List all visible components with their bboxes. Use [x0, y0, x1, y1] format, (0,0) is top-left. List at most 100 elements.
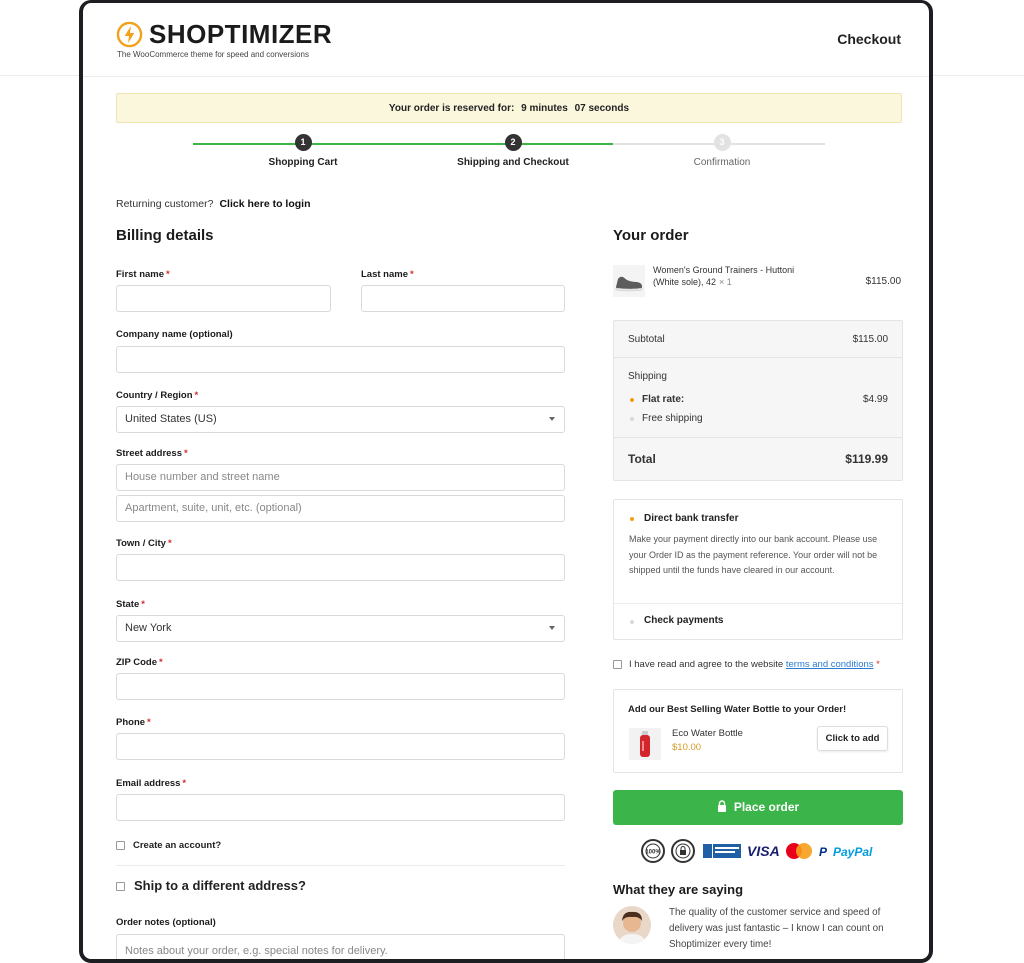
country-select[interactable]: United States (US)	[116, 406, 565, 433]
first-name-label: First name *	[116, 269, 170, 280]
subtotal-label: Subtotal	[628, 334, 665, 345]
order-notes-label: Order notes (optional)	[116, 917, 216, 928]
water-bottle-image	[629, 728, 661, 760]
flat-rate-value: $4.99	[862, 394, 888, 405]
brand-logo[interactable]: SHOPTIMIZER	[116, 19, 332, 50]
billing-title: Billing details	[116, 227, 214, 244]
step-label: Confirmation	[693, 157, 751, 168]
brand-name: SHOPTIMIZER	[149, 19, 333, 49]
state-label: State *	[116, 599, 145, 610]
secure-badge-icon	[671, 839, 695, 863]
street-label: Street address *	[116, 448, 188, 459]
country-value: United States (US)	[125, 413, 217, 425]
sneaker-image	[613, 265, 645, 297]
checkout-progress-steps: 1 Shopping Cart 2 Shipping and Checkout …	[193, 133, 833, 177]
paypal-icon: P PayPal	[819, 845, 873, 859]
timer-prefix: Your order is reserved for:	[388, 103, 515, 114]
chevron-down-icon	[549, 626, 555, 630]
free-shipping-radio[interactable]	[630, 417, 634, 421]
svg-text:PayPal: PayPal	[833, 845, 873, 859]
city-field[interactable]	[116, 554, 565, 581]
visa-icon: VISA	[747, 843, 780, 859]
street-address-field[interactable]: House number and street name	[116, 464, 565, 491]
state-select[interactable]: New York	[116, 615, 565, 642]
total-value: $119.99	[845, 452, 888, 466]
street-address-2-field[interactable]: Apartment, suite, unit, etc. (optional)	[116, 495, 565, 522]
city-label: Town / City *	[116, 538, 172, 549]
step-number: 2	[504, 134, 522, 151]
check-payments-title[interactable]: Check payments	[644, 615, 723, 626]
svg-text:VISA: VISA	[747, 843, 780, 859]
add-upsell-button[interactable]: Click to add	[817, 726, 888, 751]
login-link[interactable]: Click here to login	[219, 198, 310, 210]
testimonial-quote: The quality of the customer service and …	[669, 907, 884, 950]
terms-checkbox[interactable]	[613, 660, 622, 669]
browser-frame: SHOPTIMIZER The WooCommerce theme for sp…	[79, 0, 933, 963]
reservation-timer-banner: Your order is reserved for: 9 minutes 07…	[116, 93, 902, 123]
total-label: Total	[628, 452, 656, 466]
create-account-label: Create an account?	[133, 840, 222, 851]
email-label: Email address *	[116, 778, 187, 789]
totals-divider	[614, 437, 902, 438]
place-order-button[interactable]: Place order	[613, 790, 903, 825]
step-confirmation: 3 Confirmation	[652, 133, 792, 168]
zip-label: ZIP Code *	[116, 657, 163, 668]
totals-divider	[614, 357, 902, 358]
shipping-label: Shipping	[628, 371, 667, 382]
upsell-box: Add our Best Selling Water Bottle to you…	[613, 689, 903, 773]
guarantee-badge-icon: 100%	[641, 839, 665, 863]
upsell-product-name: Eco Water Bottle	[672, 728, 743, 739]
ship-different-label: Ship to a different address?	[134, 878, 306, 893]
mastercard-icon	[786, 843, 812, 859]
trust-badges: 100% VISA P PayPal	[641, 839, 873, 863]
site-header: SHOPTIMIZER The WooCommerce theme for sp…	[83, 3, 929, 77]
free-shipping-label: Free shipping	[642, 413, 703, 424]
timer-seconds: 07 seconds	[574, 103, 630, 114]
email-field[interactable]	[116, 794, 565, 821]
svg-text:P: P	[819, 845, 828, 859]
company-label: Company name (optional)	[116, 329, 233, 340]
zip-field[interactable]	[116, 673, 565, 700]
check-payments-radio[interactable]	[630, 620, 634, 624]
timer-minutes: 9 minutes	[521, 103, 568, 114]
first-name-field[interactable]	[116, 285, 331, 312]
bbb-accredited-icon	[703, 844, 741, 858]
phone-label: Phone *	[116, 717, 151, 728]
last-name-field[interactable]	[361, 285, 565, 312]
flat-rate-radio[interactable]	[630, 398, 634, 402]
bank-transfer-title[interactable]: Direct bank transfer	[644, 513, 738, 524]
flat-rate-label: Flat rate:	[642, 394, 685, 405]
company-field[interactable]	[116, 346, 565, 373]
brand-tagline: The WooCommerce theme for speed and conv…	[117, 50, 309, 59]
svg-text:100%: 100%	[645, 850, 661, 856]
order-notes-field[interactable]: Notes about your order, e.g. special not…	[116, 934, 565, 959]
state-value: New York	[125, 622, 172, 634]
last-name-label: Last name *	[361, 269, 414, 280]
subtotal-value: $115.00	[852, 334, 888, 345]
upsell-title: Add our Best Selling Water Bottle to you…	[628, 704, 847, 715]
order-item-price: $115.00	[865, 276, 901, 287]
country-label: Country / Region *	[116, 390, 199, 401]
lightning-bolt-icon	[116, 21, 143, 48]
terms-link[interactable]: terms and conditions	[786, 659, 874, 670]
place-order-label: Place order	[733, 800, 800, 814]
page-title: Checkout	[837, 31, 901, 47]
bank-transfer-radio[interactable]	[630, 517, 634, 521]
step-shopping-cart[interactable]: 1 Shopping Cart	[233, 133, 373, 168]
order-item-name: Women's Ground Trainers - Huttoni (White…	[653, 265, 795, 287]
payment-methods: Direct bank transfer Make your payment d…	[613, 499, 903, 640]
payment-divider	[614, 603, 902, 604]
ship-different-checkbox[interactable]	[116, 882, 125, 891]
lock-icon	[717, 800, 726, 812]
testimonial-title: What they are saying	[613, 882, 744, 897]
upsell-product-price: $10.00	[672, 742, 702, 753]
step-number: 3	[713, 134, 731, 151]
returning-customer: Returning customer? Click here to login	[116, 198, 310, 210]
create-account-checkbox[interactable]	[116, 841, 125, 850]
step-number: 1	[294, 134, 312, 151]
your-order-title: Your order	[613, 227, 689, 244]
order-item-qty: × 1	[719, 277, 732, 287]
step-shipping-checkout: 2 Shipping and Checkout	[443, 133, 583, 168]
phone-field[interactable]	[116, 733, 565, 760]
order-totals-table: Subtotal $115.00 Shipping Flat rate: $4.…	[613, 320, 903, 481]
